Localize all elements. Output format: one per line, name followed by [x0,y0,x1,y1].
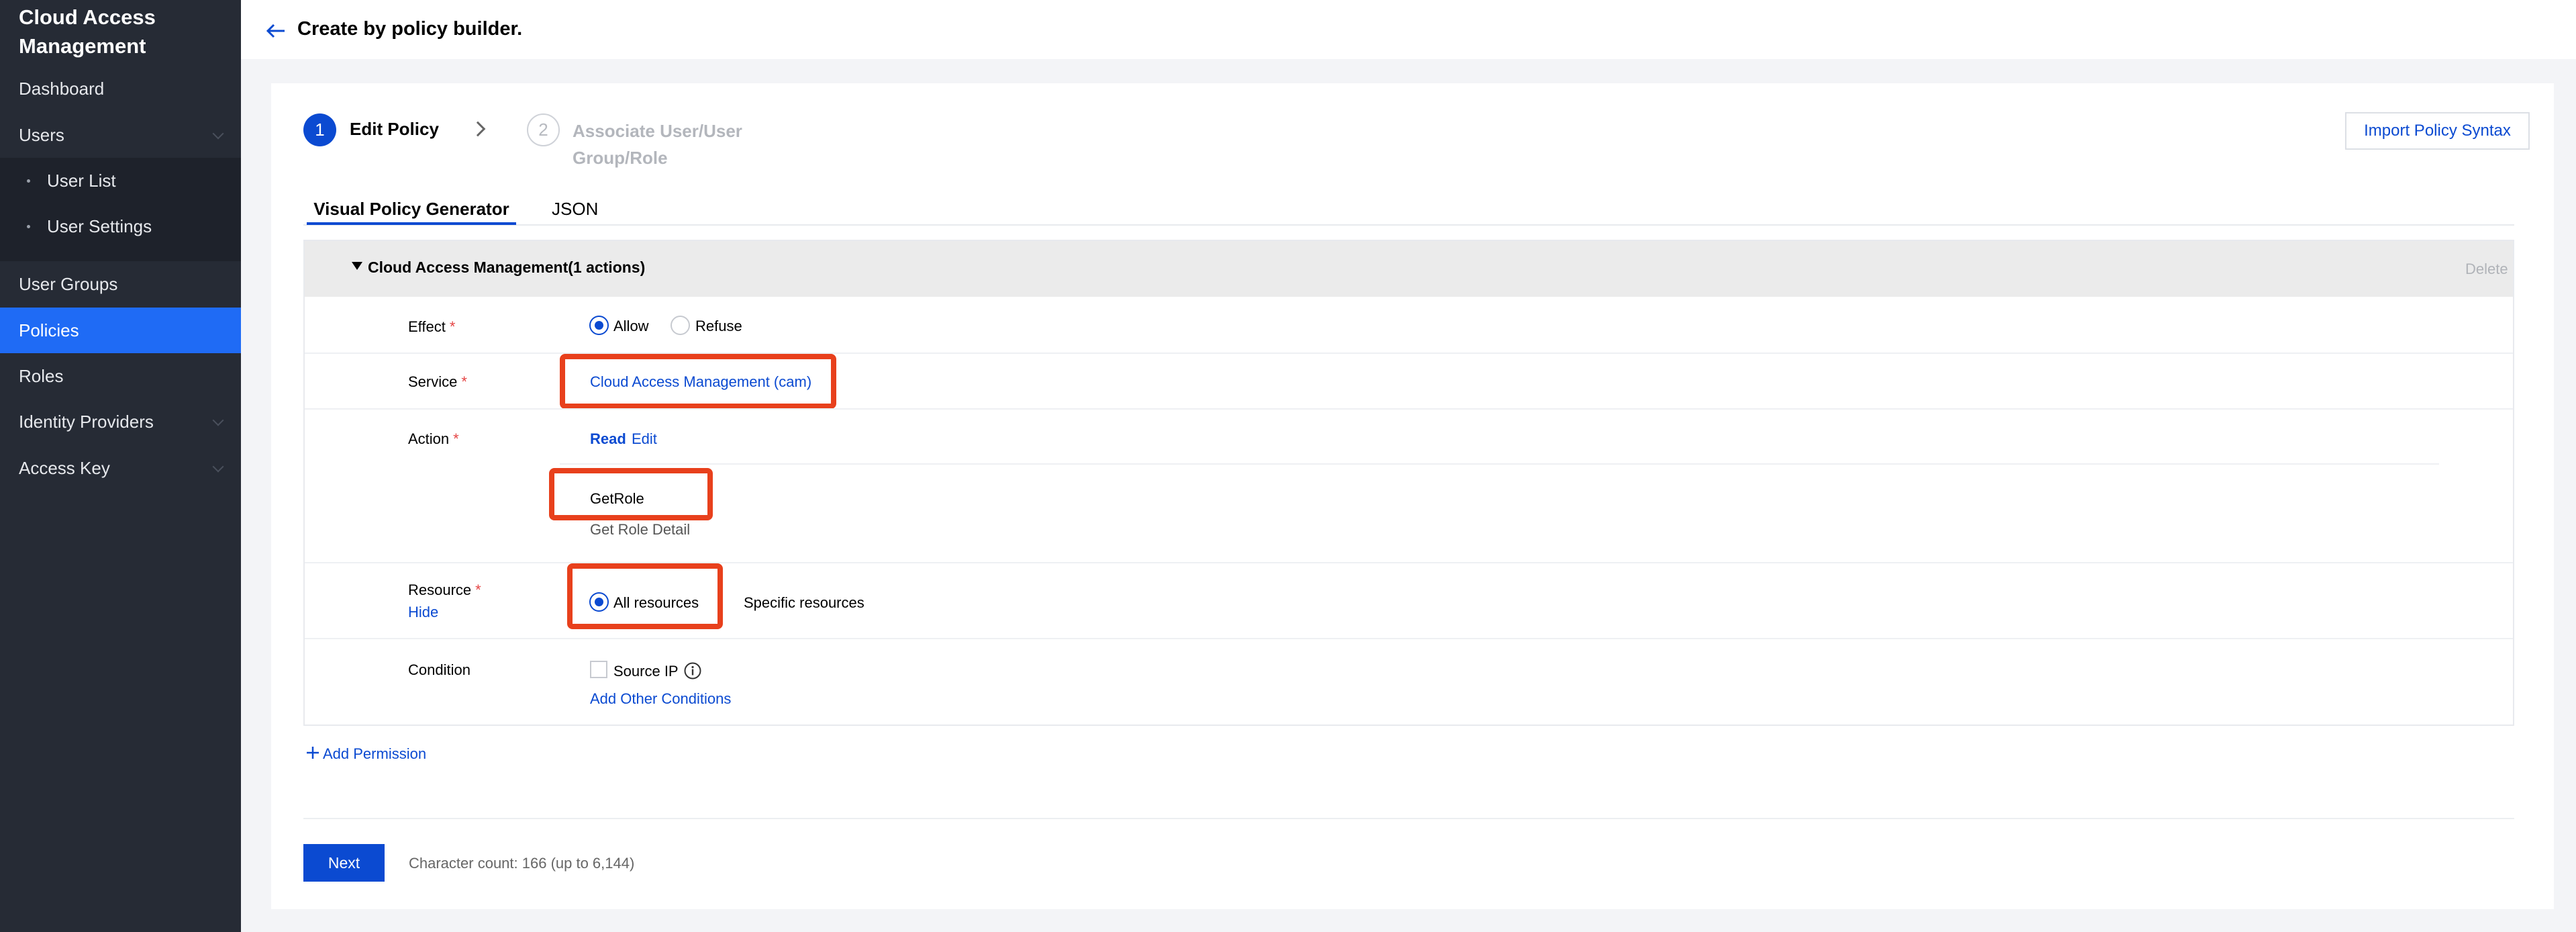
service-label: Service * [408,373,467,391]
footer-divider [303,818,2514,819]
sidebar-item-label: User Settings [47,216,152,236]
info-icon[interactable] [683,661,702,680]
sidebar-item-label: Dashboard [19,78,105,99]
highlight-box-service [560,354,836,409]
effect-allow-label: Allow [613,318,649,334]
tab-json[interactable]: JSON [552,199,598,220]
sidebar-item-identity-providers[interactable]: Identity Providers [0,399,241,445]
add-other-conditions-link[interactable]: Add Other Conditions [590,690,731,708]
collapse-triangle-icon[interactable] [352,262,362,270]
add-permission-link[interactable]: Add Permission [323,745,426,763]
effect-label: Effect * [408,318,455,336]
service-label-text: Service [408,373,458,390]
required-mark: * [449,318,456,335]
sidebar-item-user-list[interactable]: User List [0,158,241,203]
sidebar-item-label: Users [19,124,64,145]
sidebar-item-label: Identity Providers [19,411,154,432]
condition-label: Condition [408,661,470,678]
sidebar-item-user-settings[interactable]: User Settings [0,203,241,249]
page-header [241,0,2576,59]
source-ip-checkbox[interactable] [590,661,607,678]
next-button[interactable]: Next [303,844,385,882]
resource-label: Resource * [408,581,481,599]
highlight-box-action [549,468,713,520]
sidebar-item-label: Policies [19,320,79,340]
row-divider [305,638,2513,639]
back-arrow-icon[interactable] [266,23,286,39]
step-1-indicator: 1 [303,113,336,146]
action-category-read[interactable]: Read [590,430,626,448]
delete-permission-link[interactable]: Delete [2465,261,2508,278]
row-divider [305,408,2513,410]
chevron-down-icon [212,414,224,426]
import-policy-syntax-button[interactable]: Import Policy Syntax [2345,112,2530,150]
resource-label-text: Resource [408,581,472,598]
sidebar-item-roles[interactable]: Roles [0,353,241,399]
effect-refuse-label: Refuse [695,318,742,334]
resource-hide-link[interactable]: Hide [408,604,438,621]
sidebar-item-label: Roles [19,365,64,386]
sidebar-item-label: User Groups [19,273,118,294]
sidebar: Cloud Access Management Dashboard Users … [0,0,241,932]
sidebar-item-policies[interactable]: Policies [0,308,241,353]
character-count: Character count: 166 (up to 6,144) [409,855,635,872]
chevron-down-icon [212,128,224,140]
required-mark: * [461,373,467,390]
action-category-edit[interactable]: Edit [632,430,657,448]
plus-icon[interactable] [305,745,320,760]
required-mark: * [475,581,481,598]
resource-specific-option[interactable]: Specific resources [744,594,864,612]
sidebar-item-users[interactable]: Users [0,112,241,158]
permission-block-title: Cloud Access Management(1 actions) [368,259,646,276]
page-title: Create by policy builder. [297,18,523,40]
required-mark: * [453,430,459,447]
step-2-indicator: 2 [527,113,560,146]
app-title: Cloud Access Management [19,5,156,58]
chevron-down-icon [212,461,224,473]
tabs-divider [303,224,2514,226]
highlight-box-resource [567,563,723,629]
action-description: Get Role Detail [590,521,691,538]
action-label: Action * [408,430,459,448]
action-divider [560,463,2439,465]
bullet-icon [27,225,30,228]
active-tab-indicator [307,222,516,225]
tab-visual-policy-generator[interactable]: Visual Policy Generator [307,199,516,226]
sidebar-item-dashboard[interactable]: Dashboard [0,66,241,111]
source-ip-label: Source IP [613,663,679,680]
step-2-label: Associate User/User Group/Role [573,121,742,168]
sidebar-item-label: Access Key [19,457,110,478]
effect-refuse-radio[interactable] [671,316,690,335]
effect-allow-radio[interactable] [589,316,609,335]
bullet-icon [27,179,30,183]
sidebar-item-user-groups[interactable]: User Groups [0,261,241,307]
sidebar-item-access-key[interactable]: Access Key [0,445,241,491]
effect-label-text: Effect [408,318,446,335]
action-label-text: Action [408,430,450,447]
sidebar-item-label: User List [47,170,116,191]
step-1-label: Edit Policy [350,119,439,139]
